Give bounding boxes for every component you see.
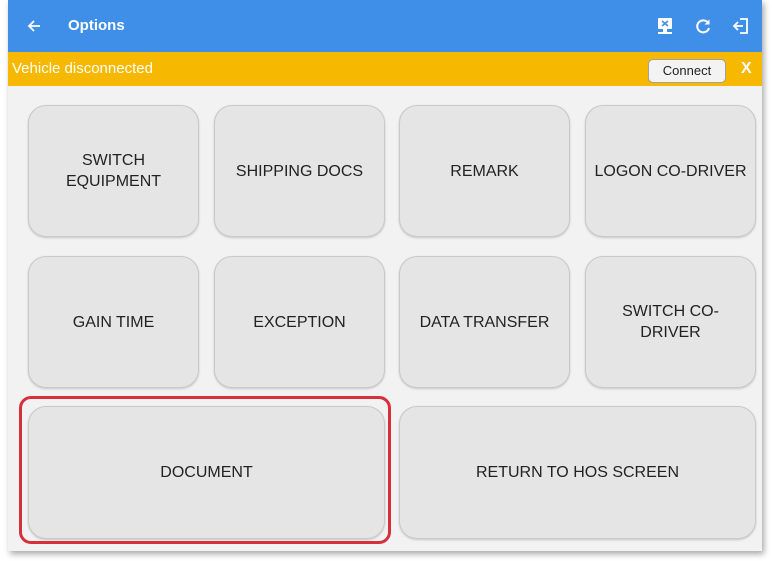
app-bar: Options [8, 0, 762, 52]
remark-button[interactable]: REMARK [399, 105, 570, 237]
switch-equipment-button[interactable]: SWITCH EQUIPMENT [28, 105, 199, 237]
logout-icon [732, 18, 748, 34]
vehicle-status-banner: Vehicle disconnected Connect X [8, 52, 762, 86]
switch-co-driver-button[interactable]: SWITCH CO- DRIVER [585, 256, 756, 388]
exception-button[interactable]: EXCEPTION [214, 256, 385, 388]
return-to-hos-screen-button[interactable]: RETURN TO HOS SCREEN [399, 406, 756, 539]
back-button[interactable] [22, 14, 46, 38]
document-button[interactable]: DOCUMENT [28, 406, 385, 539]
refresh-button[interactable] [686, 9, 720, 43]
vehicle-status-text: Vehicle disconnected [12, 60, 153, 77]
device-disconnect-button[interactable] [648, 9, 682, 43]
connect-button[interactable]: Connect [648, 59, 726, 83]
page-title: Options [68, 17, 125, 34]
logout-button[interactable] [724, 9, 758, 43]
shipping-docs-button[interactable]: SHIPPING DOCS [214, 105, 385, 237]
gain-time-button[interactable]: GAIN TIME [28, 256, 199, 388]
close-banner-button[interactable]: X [741, 52, 752, 86]
logon-co-driver-button[interactable]: LOGON CO-DRIVER [585, 105, 756, 237]
data-transfer-button[interactable]: DATA TRANSFER [399, 256, 570, 388]
device-disconnect-icon [658, 18, 672, 34]
refresh-icon [696, 19, 710, 34]
arrow-left-icon [27, 20, 40, 32]
options-screen: Options Vehicle disconnected Connect X S… [8, 0, 762, 551]
